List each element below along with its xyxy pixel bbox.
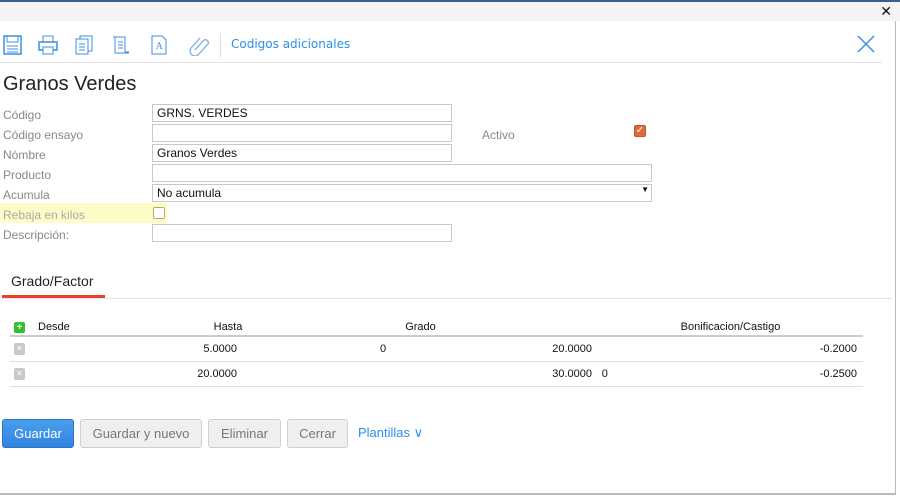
rebaja-checkbox[interactable] — [153, 207, 165, 219]
acumula-select[interactable]: No acumula ▼ — [152, 184, 652, 202]
close-icon[interactable] — [856, 34, 876, 54]
cerrar-button[interactable]: Cerrar — [287, 419, 348, 448]
header-bonificacion: Bonificacion/Castigo — [598, 318, 863, 337]
nombre-label: Nómbre — [3, 148, 46, 162]
document-font-icon[interactable]: A — [148, 34, 170, 56]
copy-icon[interactable] — [73, 34, 95, 56]
cell-bonificacion[interactable]: -0.2500 — [820, 368, 857, 380]
cell-bonificacion[interactable]: -0.2000 — [820, 343, 857, 355]
toolbar: A Codigos adicionales — [0, 31, 882, 63]
window-titlebar: ✕ — [0, 0, 900, 21]
guardar-button[interactable]: Guardar — [2, 419, 74, 448]
cell-hasta[interactable]: 20.0000 — [243, 336, 598, 362]
producto-input[interactable] — [152, 164, 652, 182]
header-grado: Grado — [243, 318, 598, 337]
eliminar-button[interactable]: Eliminar — [208, 419, 281, 448]
plantillas-dropdown[interactable]: Plantillas ∨ — [358, 425, 423, 441]
cell-desde[interactable]: 5.0000 — [38, 336, 243, 362]
delete-row-button[interactable]: ✕ — [14, 343, 25, 356]
attachment-icon[interactable] — [189, 34, 211, 56]
delete-row-button[interactable]: ✕ — [14, 368, 25, 380]
descripcion-label: Descripción: — [3, 228, 70, 242]
activo-label: Activo — [482, 128, 515, 142]
table-row: ✕ 20.0000 30.0000 0 -0.2500 — [10, 361, 863, 387]
codigo-label: Código — [3, 108, 42, 122]
codigo-ensayo-input[interactable] — [152, 124, 452, 142]
rebaja-label: Rebaja en kilos — [3, 208, 86, 222]
print-icon[interactable] — [37, 34, 59, 56]
codigo-input[interactable]: GRNS. VERDES — [152, 104, 452, 122]
tab-grado-factor[interactable]: Grado/Factor — [2, 273, 105, 298]
cell-grado[interactable]: 0 — [380, 343, 386, 355]
codigo-ensayo-label: Código ensayo — [3, 128, 84, 142]
page-title: Granos Verdes — [3, 73, 137, 95]
svg-text:A: A — [155, 42, 163, 52]
add-row-button[interactable]: + — [14, 321, 25, 333]
guardar-y-nuevo-button[interactable]: Guardar y nuevo — [80, 419, 202, 448]
acumula-value: No acumula — [157, 186, 222, 200]
header-desde: Desde — [38, 318, 213, 337]
producto-label: Producto — [3, 168, 52, 182]
dialog: A Codigos adicionales Granos Verdes Códi… — [0, 21, 896, 495]
table-header: + Desde Hasta Grado Bonificacion/Castigo — [10, 318, 863, 337]
header-hasta: Hasta — [213, 318, 243, 337]
save-icon[interactable] — [2, 34, 24, 56]
chevron-down-icon: ▼ — [641, 185, 649, 194]
activo-checkbox[interactable]: ✓ — [634, 125, 646, 137]
grado-table: + Desde Hasta Grado Bonificacion/Castigo… — [10, 318, 863, 387]
tab-divider — [2, 298, 892, 299]
cell-hasta[interactable]: 30.0000 — [243, 361, 598, 387]
toolbar-separator — [220, 33, 221, 57]
table-row: ✕ 5.0000 20.0000 0 -0.2000 — [10, 336, 863, 362]
acumula-label: Acumula — [3, 188, 50, 202]
codigos-adicionales-link[interactable]: Codigos adicionales — [231, 37, 350, 51]
script-icon[interactable] — [109, 34, 131, 56]
cell-grado[interactable]: 0 — [602, 368, 608, 380]
window-close-button[interactable]: ✕ — [880, 4, 892, 20]
nombre-input[interactable]: Granos Verdes — [152, 144, 452, 162]
cell-desde[interactable]: 20.0000 — [38, 361, 243, 387]
descripcion-input[interactable] — [152, 224, 452, 242]
